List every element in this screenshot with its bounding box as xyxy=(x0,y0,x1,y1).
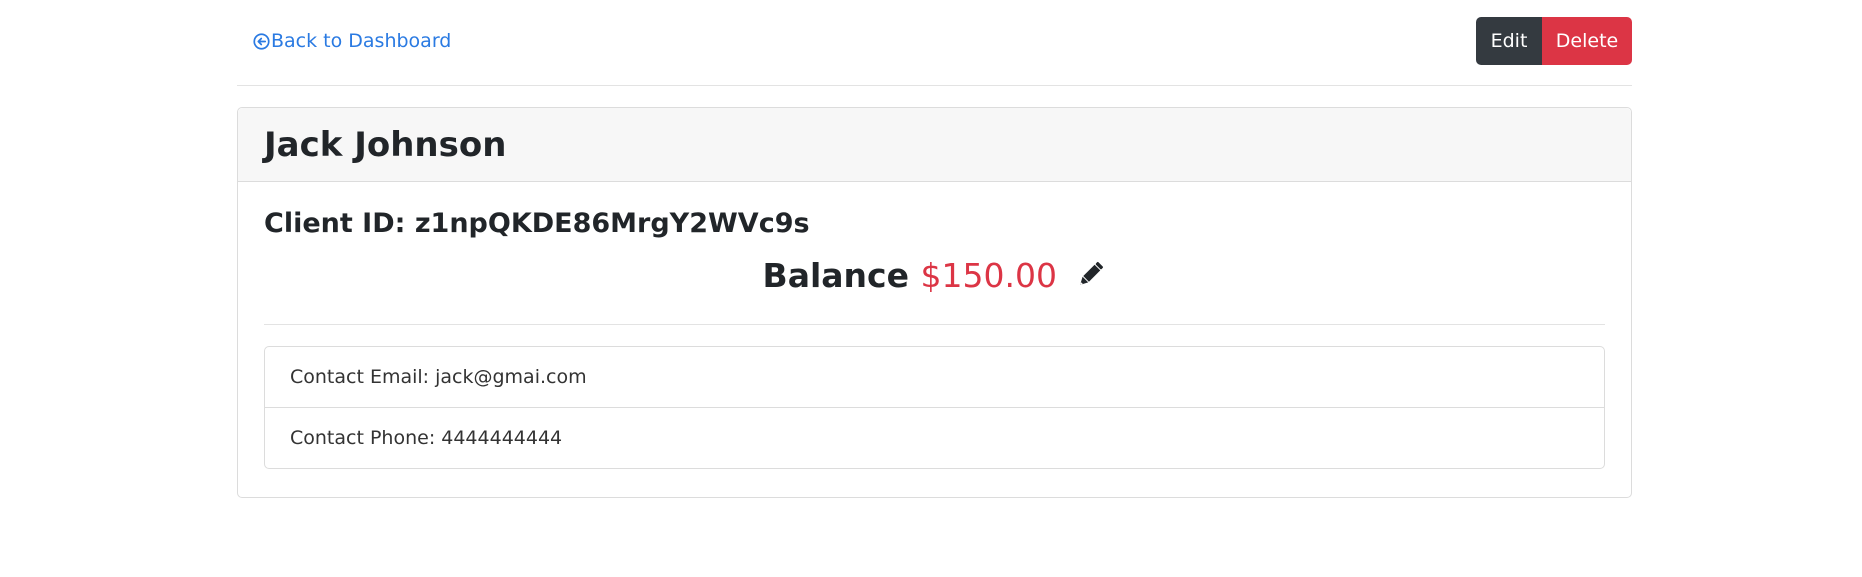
client-details-container: Back to Dashboard Edit Delete Jack Johns… xyxy=(237,0,1632,498)
back-to-dashboard-link[interactable]: Back to Dashboard xyxy=(253,30,451,52)
back-link-label: Back to Dashboard xyxy=(271,30,452,52)
balance-amount: $150.00 xyxy=(920,256,1057,295)
client-name: Jack Johnson xyxy=(264,125,507,165)
balance-row: Balance $150.00 xyxy=(238,256,1631,295)
pencil-icon[interactable] xyxy=(1074,259,1106,291)
top-bar: Back to Dashboard Edit Delete xyxy=(237,0,1632,86)
contact-phone-item: Contact Phone: 4444444444 xyxy=(265,407,1604,468)
arrow-circle-left-icon xyxy=(253,32,270,50)
action-button-group: Edit Delete xyxy=(1476,17,1632,65)
contact-email-item: Contact Email: jack@gmai.com xyxy=(290,366,587,388)
card-header: Jack Johnson xyxy=(238,108,1631,182)
edit-button[interactable]: Edit xyxy=(1476,17,1542,65)
client-card: Jack Johnson Client ID: z1npQKDE86MrgY2W… xyxy=(237,107,1632,498)
client-id: Client ID: z1npQKDE86MrgY2WVc9s xyxy=(264,208,810,239)
balance-label: Balance xyxy=(762,256,909,295)
contact-list: Contact Email: jack@gmai.com Contact Pho… xyxy=(264,346,1605,469)
divider xyxy=(264,324,1605,325)
delete-button[interactable]: Delete xyxy=(1542,17,1632,65)
